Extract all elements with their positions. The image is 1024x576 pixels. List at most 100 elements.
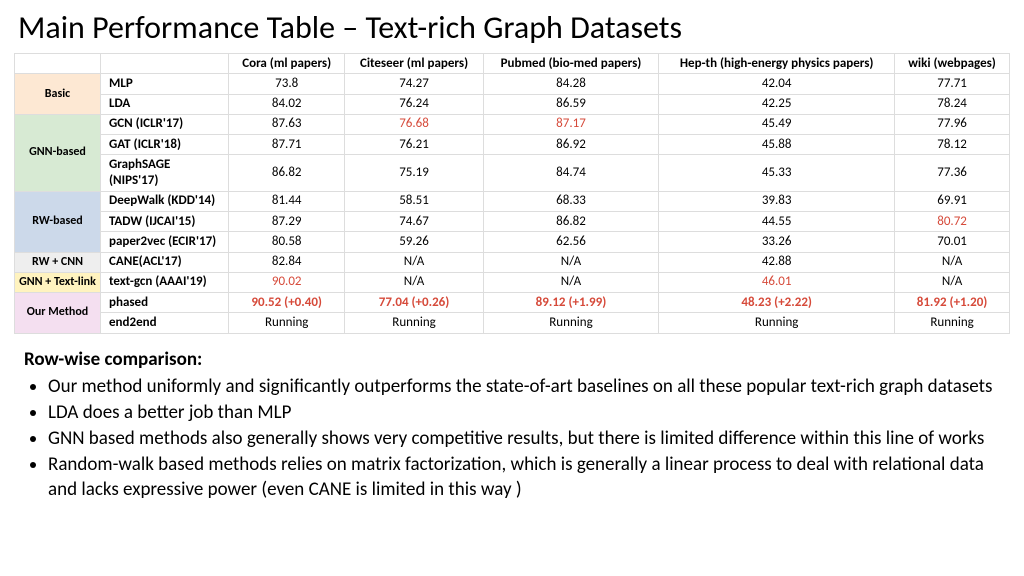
value-cell: 90.02 bbox=[229, 272, 345, 292]
value-cell: 46.01 bbox=[659, 272, 895, 292]
value-cell: 76.21 bbox=[345, 135, 483, 155]
value-cell: N/A bbox=[483, 252, 659, 272]
col-pubmed: Pubmed (bio-med papers) bbox=[483, 54, 659, 74]
value-cell: 44.55 bbox=[659, 212, 895, 232]
value-cell: 73.8 bbox=[229, 74, 345, 94]
value-cell: N/A bbox=[895, 272, 1010, 292]
method-cell: phased bbox=[101, 293, 229, 313]
value-cell: N/A bbox=[483, 272, 659, 292]
value-cell: 84.02 bbox=[229, 94, 345, 114]
value-cell: 78.24 bbox=[895, 94, 1010, 114]
value-cell: Running bbox=[345, 313, 483, 333]
value-cell: 75.19 bbox=[345, 155, 483, 192]
method-cell: GraphSAGE (NIPS'17) bbox=[101, 155, 229, 192]
method-cell: text-gcn (AAAI'19) bbox=[101, 272, 229, 292]
table-row: GNN + Text-linktext-gcn (AAAI'19)90.02N/… bbox=[15, 272, 1010, 292]
value-cell: 68.33 bbox=[483, 191, 659, 211]
value-cell: 77.36 bbox=[895, 155, 1010, 192]
table-row: GNN-basedGCN (ICLR'17)87.6376.6887.1745.… bbox=[15, 114, 1010, 134]
table-row: BasicMLP73.874.2784.2842.0477.71 bbox=[15, 74, 1010, 94]
list-item: Our method uniformly and significantly o… bbox=[48, 375, 1000, 399]
value-cell: 39.83 bbox=[659, 191, 895, 211]
value-cell: 74.67 bbox=[345, 212, 483, 232]
value-cell: 87.29 bbox=[229, 212, 345, 232]
table-row: LDA84.0276.2486.5942.2578.24 bbox=[15, 94, 1010, 114]
value-cell: Running bbox=[483, 313, 659, 333]
value-cell: 86.92 bbox=[483, 135, 659, 155]
value-cell: 58.51 bbox=[345, 191, 483, 211]
table-row: end2endRunningRunningRunningRunningRunni… bbox=[15, 313, 1010, 333]
method-cell: GAT (ICLR'18) bbox=[101, 135, 229, 155]
value-cell: 87.71 bbox=[229, 135, 345, 155]
table-row: TADW (IJCAI'15)87.2974.6786.8244.5580.72 bbox=[15, 212, 1010, 232]
group-label: GNN-based bbox=[15, 114, 101, 191]
value-cell: 81.92 (+1.20) bbox=[895, 293, 1010, 313]
value-cell: 42.04 bbox=[659, 74, 895, 94]
value-cell: 42.25 bbox=[659, 94, 895, 114]
method-cell: paper2vec (ECIR'17) bbox=[101, 232, 229, 252]
table-row: RW-basedDeepWalk (KDD'14)81.4458.5168.33… bbox=[15, 191, 1010, 211]
group-label: GNN + Text-link bbox=[15, 272, 101, 292]
method-cell: MLP bbox=[101, 74, 229, 94]
col-hepth: Hep-th (high-energy physics papers) bbox=[659, 54, 895, 74]
value-cell: 86.82 bbox=[483, 212, 659, 232]
list-item: LDA does a better job than MLP bbox=[48, 401, 1000, 425]
value-cell: 80.72 bbox=[895, 212, 1010, 232]
value-cell: 82.84 bbox=[229, 252, 345, 272]
group-label: Our Method bbox=[15, 293, 101, 334]
comparison-block: Row-wise comparison: Our method uniforml… bbox=[0, 334, 1024, 503]
value-cell: 45.88 bbox=[659, 135, 895, 155]
method-cell: CANE(ACL'17) bbox=[101, 252, 229, 272]
comparison-list: Our method uniformly and significantly o… bbox=[24, 375, 1000, 503]
value-cell: 42.88 bbox=[659, 252, 895, 272]
comparison-heading: Row-wise comparison: bbox=[24, 348, 1000, 371]
group-label: Basic bbox=[15, 74, 101, 115]
value-cell: Running bbox=[229, 313, 345, 333]
performance-table: Cora (ml papers) Citeseer (ml papers) Pu… bbox=[14, 53, 1010, 334]
value-cell: 33.26 bbox=[659, 232, 895, 252]
value-cell: N/A bbox=[895, 252, 1010, 272]
value-cell: N/A bbox=[345, 272, 483, 292]
method-cell: GCN (ICLR'17) bbox=[101, 114, 229, 134]
value-cell: 45.33 bbox=[659, 155, 895, 192]
table-row: paper2vec (ECIR'17)80.5859.2662.5633.267… bbox=[15, 232, 1010, 252]
value-cell: 84.74 bbox=[483, 155, 659, 192]
header-row: Cora (ml papers) Citeseer (ml papers) Pu… bbox=[15, 54, 1010, 74]
table-row: GraphSAGE (NIPS'17)86.8275.1984.7445.337… bbox=[15, 155, 1010, 192]
value-cell: 62.56 bbox=[483, 232, 659, 252]
value-cell: 76.24 bbox=[345, 94, 483, 114]
value-cell: 81.44 bbox=[229, 191, 345, 211]
method-cell: DeepWalk (KDD'14) bbox=[101, 191, 229, 211]
value-cell: N/A bbox=[345, 252, 483, 272]
value-cell: 70.01 bbox=[895, 232, 1010, 252]
value-cell: 69.91 bbox=[895, 191, 1010, 211]
value-cell: 87.63 bbox=[229, 114, 345, 134]
method-cell: LDA bbox=[101, 94, 229, 114]
list-item: GNN based methods also generally shows v… bbox=[48, 427, 1000, 451]
col-wiki: wiki (webpages) bbox=[895, 54, 1010, 74]
value-cell: 87.17 bbox=[483, 114, 659, 134]
value-cell: 90.52 (+0.40) bbox=[229, 293, 345, 313]
value-cell: 76.68 bbox=[345, 114, 483, 134]
value-cell: 77.04 (+0.26) bbox=[345, 293, 483, 313]
table-row: Our Methodphased90.52 (+0.40)77.04 (+0.2… bbox=[15, 293, 1010, 313]
value-cell: 48.23 (+2.22) bbox=[659, 293, 895, 313]
value-cell: 45.49 bbox=[659, 114, 895, 134]
value-cell: 78.12 bbox=[895, 135, 1010, 155]
value-cell: 77.96 bbox=[895, 114, 1010, 134]
table-row: RW + CNNCANE(ACL'17)82.84N/AN/A42.88N/A bbox=[15, 252, 1010, 272]
value-cell: 80.58 bbox=[229, 232, 345, 252]
method-cell: TADW (IJCAI'15) bbox=[101, 212, 229, 232]
value-cell: Running bbox=[659, 313, 895, 333]
method-cell: end2end bbox=[101, 313, 229, 333]
value-cell: 86.82 bbox=[229, 155, 345, 192]
value-cell: 89.12 (+1.99) bbox=[483, 293, 659, 313]
slide-title: Main Performance Table – Text-rich Graph… bbox=[0, 0, 1024, 53]
group-label: RW-based bbox=[15, 191, 101, 252]
value-cell: 74.27 bbox=[345, 74, 483, 94]
value-cell: 77.71 bbox=[895, 74, 1010, 94]
group-label: RW + CNN bbox=[15, 252, 101, 272]
value-cell: Running bbox=[895, 313, 1010, 333]
value-cell: 84.28 bbox=[483, 74, 659, 94]
value-cell: 86.59 bbox=[483, 94, 659, 114]
